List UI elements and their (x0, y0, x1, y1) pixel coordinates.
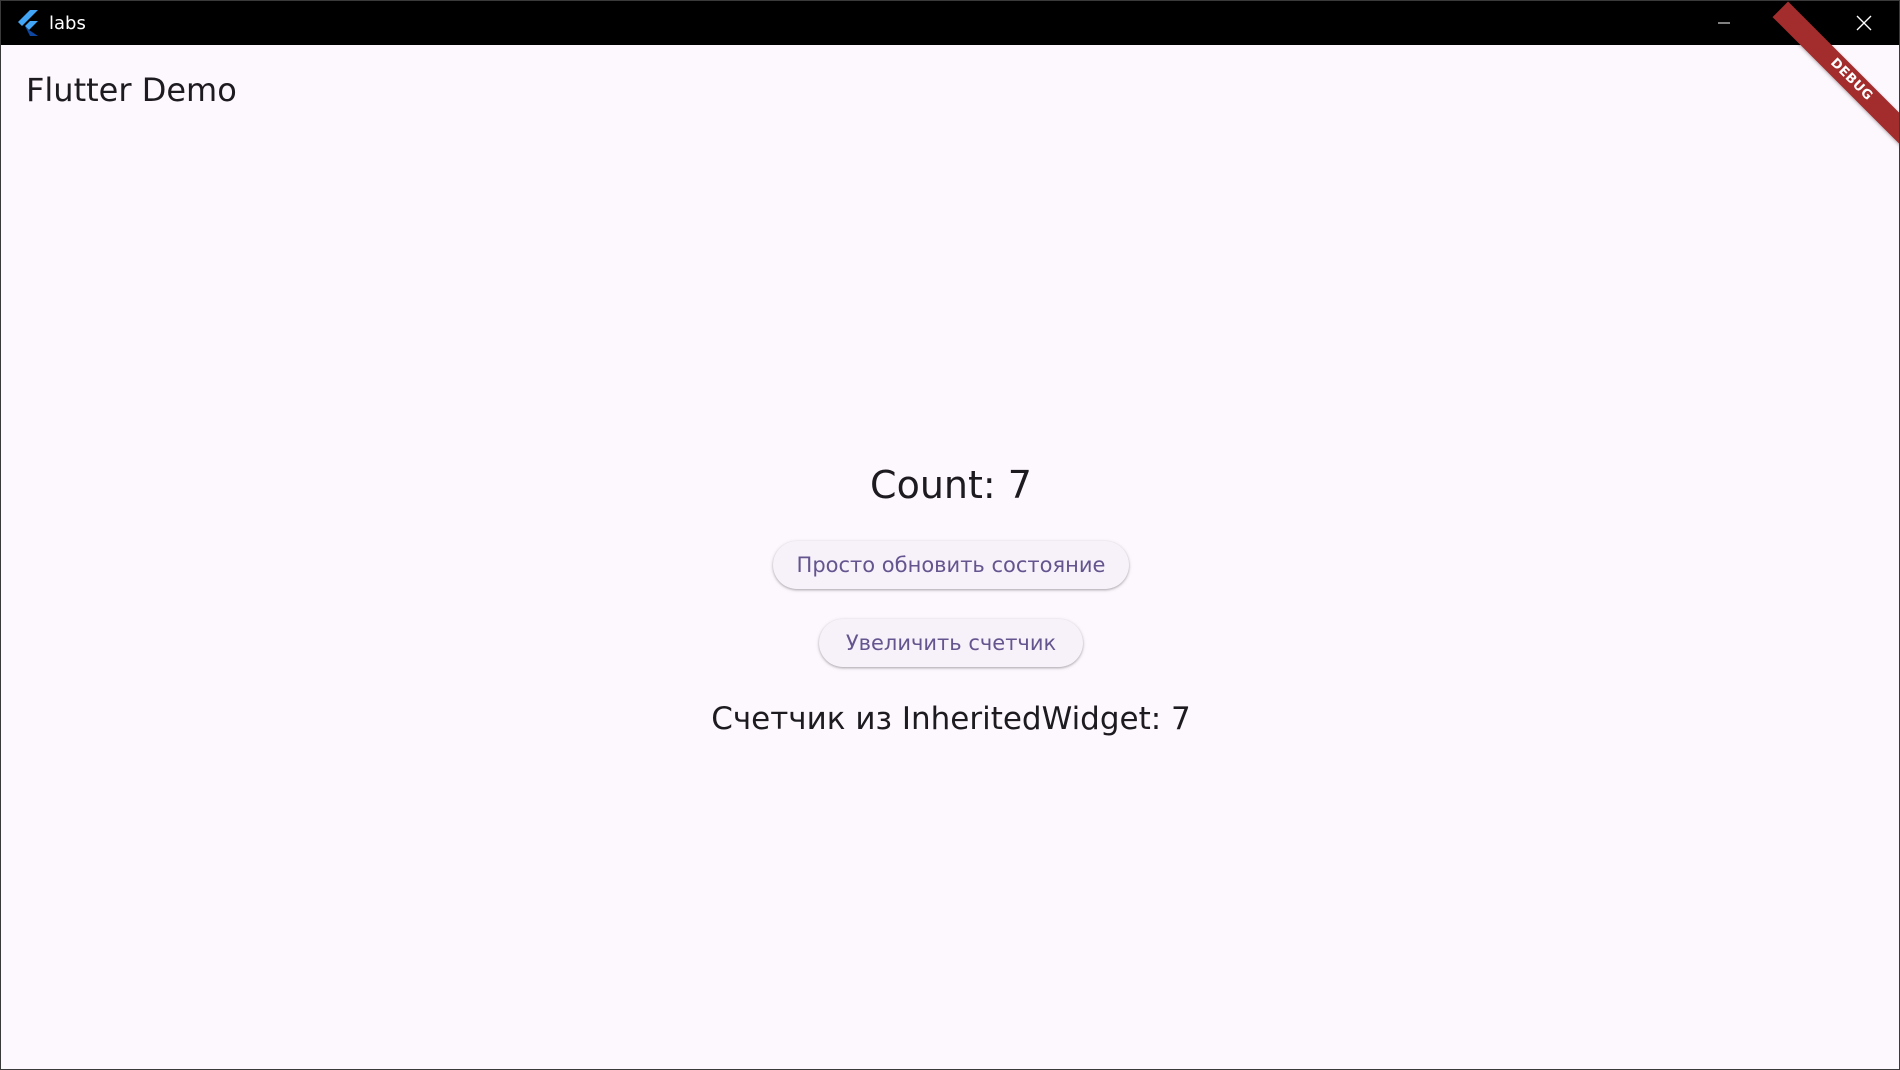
app-window: labs Flutter Demo DEBUG Count: 7 Просто … (0, 0, 1900, 1070)
increment-counter-button[interactable]: Увеличить счетчик (819, 619, 1083, 667)
refresh-state-button[interactable]: Просто обновить состояние (773, 541, 1129, 589)
main-content: Count: 7 Просто обновить состояние Увели… (1, 1, 1899, 1069)
count-text: Count: 7 (870, 463, 1032, 507)
inherited-counter-text: Счетчик из InheritedWidget: 7 (711, 701, 1191, 737)
